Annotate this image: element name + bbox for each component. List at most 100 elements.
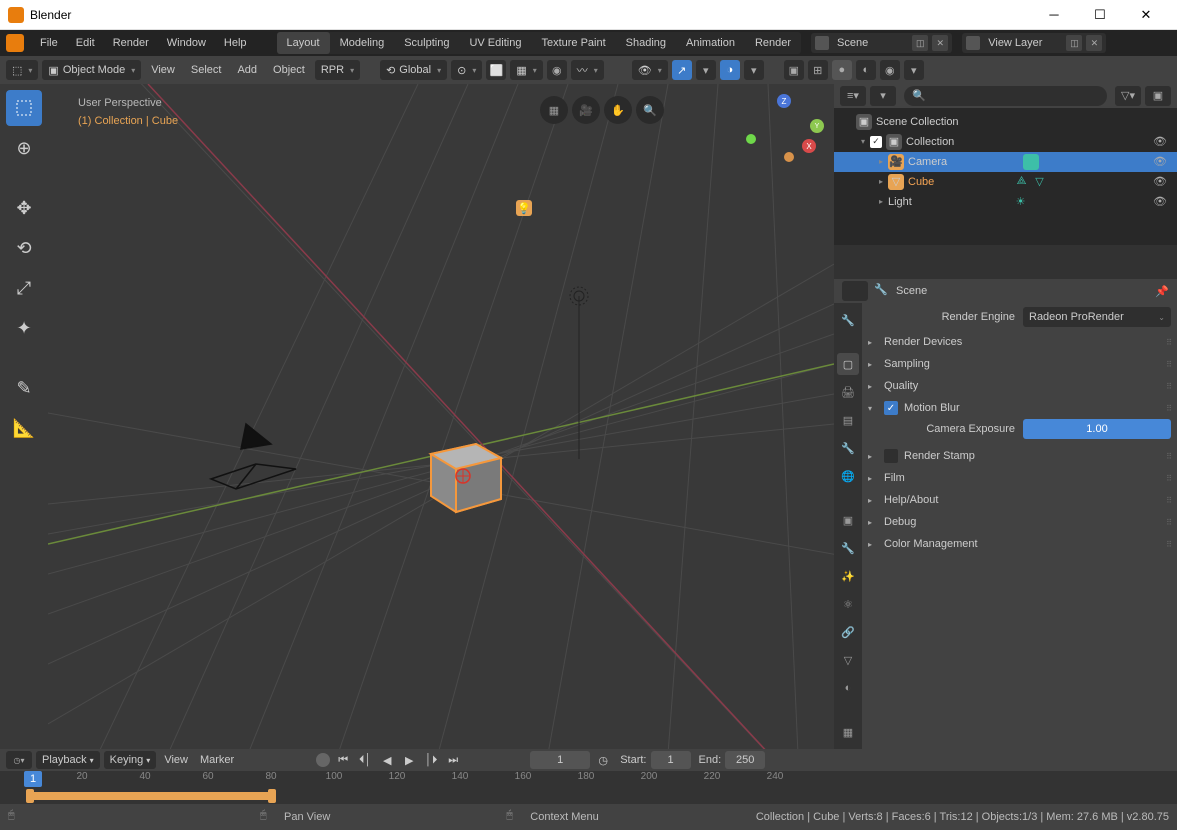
pin-icon[interactable]: 📌	[1155, 285, 1169, 298]
autokey-toggle[interactable]	[316, 753, 330, 767]
collection-checkbox[interactable]: ✓	[870, 136, 882, 148]
tab-modeling[interactable]: Modeling	[330, 32, 395, 54]
preview-range-icon[interactable]: ◷	[594, 751, 612, 769]
hdr-view[interactable]: View	[145, 64, 181, 76]
section-render-devices[interactable]: ▸Render Devices⠿	[868, 331, 1171, 353]
outliner-new-collection[interactable]: ▣	[1145, 86, 1171, 106]
overlay-toggle[interactable]: ◑	[720, 60, 740, 80]
start-frame[interactable]: 1	[651, 751, 691, 769]
disclosure-icon[interactable]: ▸	[874, 157, 888, 166]
camera-object[interactable]	[206, 419, 306, 489]
section-quality[interactable]: ▸Quality⠿	[868, 375, 1171, 397]
jump-end[interactable]: ⏭	[444, 751, 462, 769]
disclosure-icon[interactable]: ▸	[874, 197, 888, 206]
gizmo-x-axis[interactable]: X	[802, 139, 816, 153]
orientation-gizmo[interactable]: Z Y X	[744, 94, 824, 174]
timeline-ruler[interactable]: 1 20 40 60 80 100 120 140 160 180 200 22…	[0, 771, 1177, 789]
viewlayer-del-button[interactable]: ✕	[1086, 35, 1102, 51]
editor-type-button[interactable]: ⬚▾	[6, 60, 38, 80]
outliner-scene-collection[interactable]: ▣ Scene Collection	[834, 112, 1177, 132]
proportional-toggle[interactable]: ◉	[547, 60, 567, 80]
vp-zoom-button[interactable]: 🔍	[636, 96, 664, 124]
proptab-object[interactable]: ▣	[837, 509, 859, 531]
viewlayer-new-button[interactable]: ◫	[1066, 35, 1082, 51]
vp-pan-button[interactable]: ✋	[604, 96, 632, 124]
play[interactable]: ▶	[400, 751, 418, 769]
mode-select[interactable]: ▣ Object Mode▾	[42, 60, 141, 80]
outliner-item-camera[interactable]: ▸ 🎥 Camera 👁	[834, 152, 1177, 172]
disclosure-icon[interactable]: ▾	[856, 137, 870, 146]
tool-cursor[interactable]: ⊕	[6, 130, 42, 166]
timeline-editor-type[interactable]: ◷▾	[6, 751, 32, 769]
proptab-particle[interactable]: ✨	[837, 565, 859, 587]
outliner-editor-type[interactable]: ≡▾	[840, 86, 866, 106]
play-reverse[interactable]: ◀	[378, 751, 396, 769]
gizmo-neg-axis-2[interactable]	[784, 152, 794, 162]
visibility-icon[interactable]: 👁	[1151, 135, 1169, 148]
timeline-marker[interactable]: Marker	[196, 754, 238, 766]
props-editor-type[interactable]	[842, 281, 868, 301]
shade-solid[interactable]: ●	[832, 60, 852, 80]
jump-start[interactable]: ⏮	[334, 751, 352, 769]
cube-object[interactable]	[421, 434, 511, 520]
tab-animation[interactable]: Animation	[676, 32, 745, 54]
viewlayer-selector[interactable]: View Layer ◫ ✕	[962, 33, 1106, 53]
visibility-icon[interactable]: 👁	[1151, 175, 1169, 188]
gizmo-opts[interactable]: ▾	[696, 60, 716, 80]
proportional-type[interactable]: 〰▾	[571, 60, 604, 80]
overlay-opts[interactable]: ▾	[744, 60, 764, 80]
scene-selector[interactable]: Scene ◫ ✕	[811, 33, 952, 53]
gizmo-z-axis[interactable]: Z	[777, 94, 791, 108]
snap-type[interactable]: ▦▾	[510, 60, 542, 80]
close-button[interactable]: ✕	[1123, 0, 1169, 30]
motion-blur-checkbox[interactable]: ✓	[884, 401, 898, 415]
end-frame[interactable]: 250	[725, 751, 765, 769]
tool-transform[interactable]: ✦	[6, 310, 42, 346]
gizmo-y-axis[interactable]: Y	[810, 119, 824, 133]
jump-next-key[interactable]: │⏵	[422, 751, 440, 769]
tab-render[interactable]: Render	[745, 32, 801, 54]
tab-texture[interactable]: Texture Paint	[531, 32, 615, 54]
menu-file[interactable]: File	[32, 33, 66, 53]
section-color-management[interactable]: ▸Color Management⠿	[868, 533, 1171, 555]
outliner-item-cube[interactable]: ▸ ▽ Cube ⟁ ▽ 👁	[834, 172, 1177, 192]
jump-prev-key[interactable]: ⏴│	[356, 751, 374, 769]
vp-camera-button[interactable]: ▦	[540, 96, 568, 124]
outliner-filter[interactable]: ▽▾	[1115, 86, 1141, 106]
proptab-world[interactable]: 🌐	[837, 465, 859, 487]
tool-select-box[interactable]	[6, 90, 42, 126]
tab-sculpting[interactable]: Sculpting	[394, 32, 459, 54]
xray-toggle[interactable]: ▣	[784, 60, 804, 80]
shade-rendered[interactable]: ◉	[880, 60, 900, 80]
timeline-scrollbar[interactable]	[0, 789, 1177, 803]
gizmo-neg-axis-1[interactable]	[746, 134, 756, 144]
tool-rotate[interactable]: ⟲	[6, 230, 42, 266]
tool-annotate[interactable]: ✎	[6, 370, 42, 406]
disclosure-icon[interactable]: ▸	[874, 177, 888, 186]
3d-viewport[interactable]: User Perspective (1) Collection | Cube ▦…	[48, 84, 834, 749]
timeline-track[interactable]: 1 20 40 60 80 100 120 140 160 180 200 22…	[0, 771, 1177, 804]
scroll-handle-left[interactable]	[26, 789, 34, 803]
proptab-texture[interactable]: ▦	[837, 721, 859, 743]
timeline-playback[interactable]: Playback▾	[36, 751, 100, 769]
scene-del-button[interactable]: ✕	[932, 35, 948, 51]
camera-exposure-slider[interactable]: 1.00	[1023, 419, 1171, 439]
light-object[interactable]	[564, 284, 594, 467]
current-frame[interactable]: 1	[530, 751, 590, 769]
tool-scale[interactable]: ⤢	[6, 270, 42, 306]
outliner-display-mode[interactable]: ▾	[870, 86, 896, 106]
outliner-search[interactable]: 🔍	[904, 86, 1107, 106]
section-film[interactable]: ▸Film⠿	[868, 467, 1171, 489]
pivot-select[interactable]: ⊙▾	[451, 60, 482, 80]
proptab-viewlayer[interactable]: ▤	[837, 409, 859, 431]
shade-matprev[interactable]: ◐	[856, 60, 876, 80]
scroll-handle-right[interactable]	[268, 789, 276, 803]
outliner-collection[interactable]: ▾ ✓ ▣ Collection 👁	[834, 132, 1177, 152]
gizmo-toggle[interactable]: ↗	[672, 60, 692, 80]
visibility-icon[interactable]: 👁	[1151, 155, 1169, 168]
properties-body[interactable]: Render Engine Radeon ProRender⌄ ▸Render …	[862, 303, 1177, 749]
section-sampling[interactable]: ▸Sampling⠿	[868, 353, 1171, 375]
proptab-material[interactable]: ◐	[837, 677, 859, 699]
render-stamp-checkbox[interactable]	[884, 449, 898, 463]
outliner-item-light[interactable]: ▸ 💡 Light ☀ 👁	[834, 192, 1177, 212]
